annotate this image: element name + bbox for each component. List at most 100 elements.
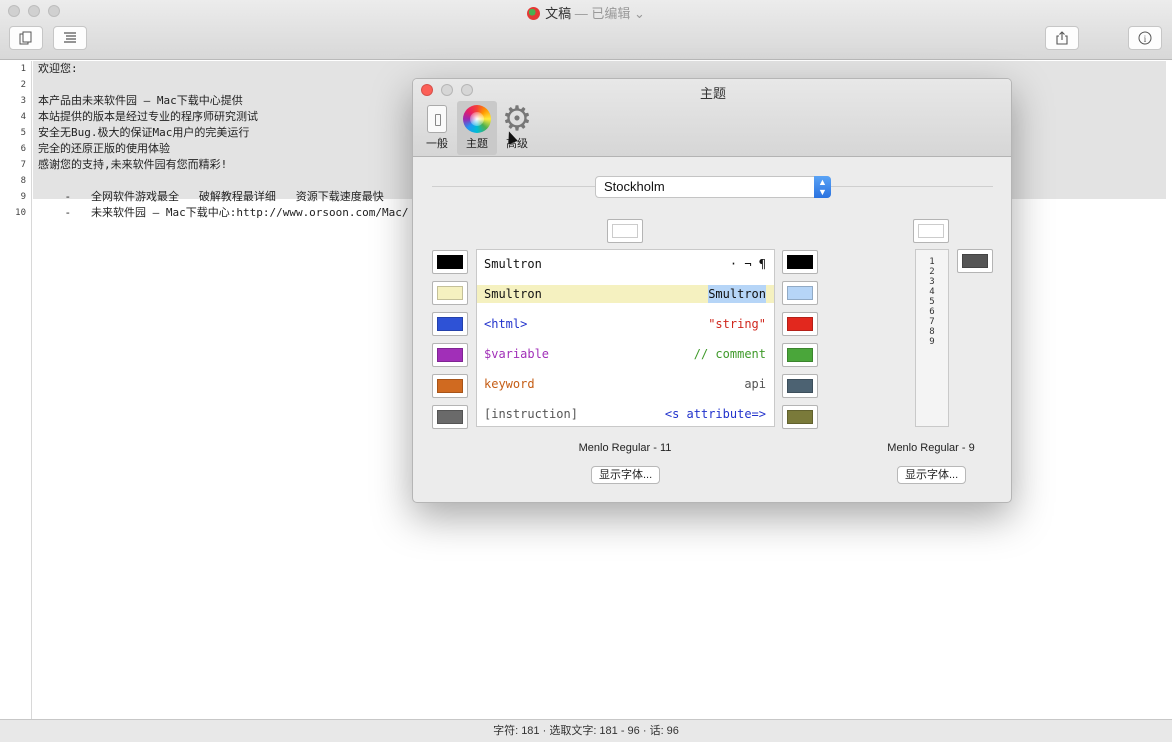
edited-indicator[interactable]: — 已编辑 ⌄ bbox=[571, 6, 645, 21]
svg-text:i: i bbox=[1144, 34, 1147, 44]
text-color-well[interactable] bbox=[432, 250, 468, 274]
duplicate-button[interactable] bbox=[9, 26, 43, 50]
preferences-panel: 主题 一般 主题 ⚙ 高级 Stockholm ▲ ▼ Smultron · ¬ ¶… bbox=[412, 78, 1012, 503]
preview-row: [instruction] <s attribute=> bbox=[477, 405, 774, 423]
accent-color-swatch bbox=[787, 410, 813, 424]
theme-select[interactable]: Stockholm ▲ ▼ bbox=[595, 176, 831, 198]
tab-general[interactable]: 一般 bbox=[417, 101, 457, 155]
app-icon bbox=[527, 7, 541, 20]
line-number: 3 bbox=[20, 96, 26, 106]
text-font-label: Menlo Regular - 11 bbox=[578, 442, 672, 454]
line-number-sample: 8 bbox=[929, 327, 935, 337]
info-button[interactable]: i bbox=[1128, 26, 1162, 50]
accent-color-well[interactable] bbox=[782, 343, 818, 367]
line-number-gutter: 1 2 3 4 5 6 7 8 9 10 bbox=[0, 61, 32, 719]
preview-row: Smultron · ¬ ¶ bbox=[477, 255, 774, 273]
line-number-text-well[interactable] bbox=[957, 249, 993, 273]
text-color-well[interactable] bbox=[432, 312, 468, 336]
preferences-toolbar: 主题 一般 主题 ⚙ 高级 bbox=[413, 79, 1011, 157]
preview-sample-left: Smultron bbox=[484, 257, 542, 271]
line-number-background-well[interactable] bbox=[913, 219, 949, 243]
accent-color-well[interactable] bbox=[782, 250, 818, 274]
window-title: 文稿 — 已编辑 ⌄ bbox=[0, 3, 1172, 22]
theme-preview: Smultron · ¬ ¶ Smultron Smultron <html> "stri… bbox=[476, 249, 775, 427]
line-number-font-label: Menlo Regular - 9 bbox=[887, 442, 975, 454]
preview-row: Smultron Smultron bbox=[477, 285, 774, 303]
window-titlebar: 文稿 — 已编辑 ⌄ i bbox=[0, 0, 1172, 60]
preview-sample-left: <html> bbox=[484, 317, 528, 331]
preview-sample-right: api bbox=[744, 377, 766, 391]
preview-sample-right: Smultron bbox=[708, 285, 766, 303]
preview-sample-right: "string" bbox=[708, 317, 766, 331]
text-color-swatch bbox=[437, 286, 463, 300]
line-number-sample: 6 bbox=[929, 307, 935, 317]
color-wheel-icon bbox=[463, 105, 491, 133]
gear-icon: ⚙ bbox=[501, 100, 533, 138]
line-number: 1 bbox=[20, 64, 26, 74]
select-arrows-icon: ▲ ▼ bbox=[814, 176, 831, 198]
share-button[interactable] bbox=[1045, 26, 1079, 50]
preview-sample-right: <s attribute=> bbox=[664, 407, 766, 421]
info-icon: i bbox=[1138, 31, 1152, 45]
text-color-well[interactable] bbox=[432, 405, 468, 429]
text-color-swatch bbox=[437, 317, 463, 331]
share-icon bbox=[1056, 31, 1068, 45]
accent-color-well[interactable] bbox=[782, 281, 818, 305]
line-number-sample: 1 bbox=[929, 257, 935, 267]
line-number: 8 bbox=[20, 176, 26, 186]
text-color-well[interactable] bbox=[432, 343, 468, 367]
accent-color-swatch bbox=[787, 255, 813, 269]
theme-select-value: Stockholm bbox=[604, 179, 665, 194]
line-number-sample: 2 bbox=[929, 267, 935, 277]
editor-line[interactable]: 欢迎您: bbox=[33, 61, 1172, 77]
switch-icon bbox=[427, 105, 447, 133]
preview-sample-left: keyword bbox=[484, 377, 535, 391]
line-number-background-swatch bbox=[918, 224, 944, 238]
tab-theme-label: 主题 bbox=[466, 138, 488, 150]
text-color-well[interactable] bbox=[432, 281, 468, 305]
accent-color-swatch bbox=[787, 348, 813, 362]
show-font-button-line-numbers[interactable]: 显示字体... bbox=[897, 466, 967, 484]
preview-sample-left: $variable bbox=[484, 347, 550, 361]
preview-row: $variable // comment bbox=[477, 345, 774, 363]
preview-sample-left: [instruction] bbox=[484, 407, 578, 421]
accent-color-swatch bbox=[787, 317, 813, 331]
line-number: 10 bbox=[15, 208, 26, 218]
text-color-swatch bbox=[437, 348, 463, 362]
preview-row: <html> "string" bbox=[477, 315, 774, 333]
preview-row: keyword api bbox=[477, 375, 774, 393]
line-number-sample: 9 bbox=[929, 337, 935, 347]
text-color-swatch bbox=[437, 379, 463, 393]
accent-color-well[interactable] bbox=[782, 374, 818, 398]
line-number: 9 bbox=[20, 192, 26, 202]
text-color-swatch bbox=[437, 255, 463, 269]
list-button[interactable] bbox=[53, 26, 87, 50]
list-icon bbox=[64, 32, 76, 43]
preview-sample-left: Smultron bbox=[484, 287, 542, 301]
line-number-sample: 4 bbox=[929, 287, 935, 297]
preview-sample-right: · ¬ ¶ bbox=[729, 257, 766, 271]
status-bar: 字符: 181 · 选取文字: 181 - 96 · 话: 96 bbox=[0, 719, 1172, 742]
preview-sample-right: // comment bbox=[693, 347, 766, 361]
line-number: 2 bbox=[20, 80, 26, 90]
duplicate-icon bbox=[19, 31, 32, 45]
background-color-swatch bbox=[612, 224, 638, 238]
accent-color-well[interactable] bbox=[782, 312, 818, 336]
line-number-sample: 3 bbox=[929, 277, 935, 287]
line-number: 4 bbox=[20, 112, 26, 122]
accent-color-well[interactable] bbox=[782, 405, 818, 429]
line-number-sample: 7 bbox=[929, 317, 935, 327]
show-font-button-text[interactable]: 显示字体... bbox=[591, 466, 661, 484]
tab-advanced[interactable]: ⚙ 高级 bbox=[497, 101, 537, 155]
accent-color-swatch bbox=[787, 286, 813, 300]
background-color-well[interactable] bbox=[607, 219, 643, 243]
line-number: 6 bbox=[20, 144, 26, 154]
text-color-well[interactable] bbox=[432, 374, 468, 398]
line-number: 7 bbox=[20, 160, 26, 170]
accent-color-swatch bbox=[787, 379, 813, 393]
line-number: 5 bbox=[20, 128, 26, 138]
line-number-text-swatch bbox=[962, 254, 988, 268]
line-number-sample: 5 bbox=[929, 297, 935, 307]
tab-theme[interactable]: 主题 bbox=[457, 101, 497, 155]
line-number-preview: 123456789 bbox=[915, 249, 949, 427]
